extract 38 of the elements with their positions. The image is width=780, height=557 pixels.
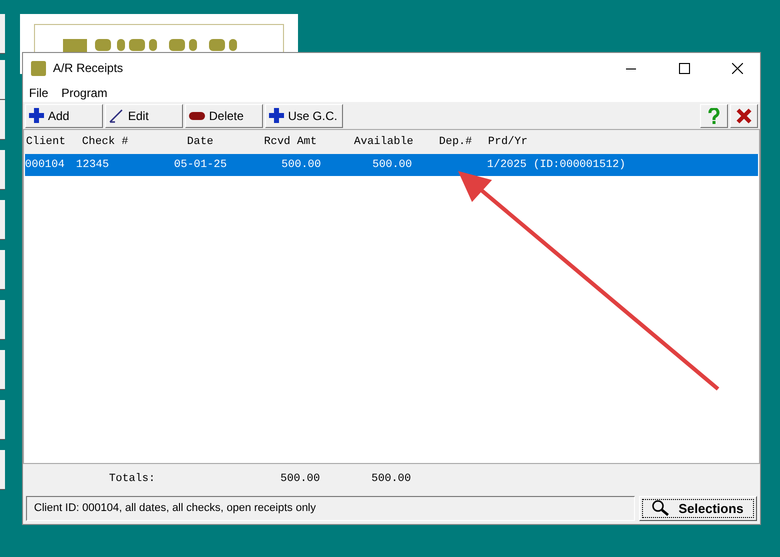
selections-button[interactable]: Selections xyxy=(639,496,757,520)
status-text: Client ID: 000104, all dates, all checks, open receipts only xyxy=(26,496,635,520)
plus-icon xyxy=(269,108,284,123)
table-cell: 500.00 xyxy=(281,159,321,171)
table-cell: 1/2025 (ID:000001512) xyxy=(487,159,626,171)
help-icon xyxy=(708,108,720,124)
column-header[interactable]: Available xyxy=(354,136,439,148)
close-icon xyxy=(732,62,742,74)
column-header[interactable]: Dep.# xyxy=(439,136,488,148)
total-value: 500.00 xyxy=(279,473,320,485)
toolbar-button[interactable]: Delete xyxy=(185,104,263,128)
table-cell: 000104 xyxy=(25,159,65,171)
table-row[interactable]: 000104 12345 05-01-25 500.00 500.00 1/2025 (ID:000001512) xyxy=(25,154,758,176)
toolbar-button[interactable]: Use G.C. xyxy=(265,104,343,128)
column-header[interactable]: Rcvd Amt xyxy=(264,136,354,148)
column-header[interactable]: Date xyxy=(187,136,264,148)
toolbar-button[interactable]: Edit xyxy=(105,104,183,128)
magnifier-icon xyxy=(652,500,670,516)
column-header[interactable]: Client xyxy=(26,136,82,148)
help-button[interactable] xyxy=(700,104,728,128)
column-header[interactable]: Check # xyxy=(82,136,187,148)
maximize-icon xyxy=(678,62,690,74)
minus-icon xyxy=(189,112,205,120)
close-button[interactable] xyxy=(730,104,758,128)
totals-label: Totals: xyxy=(108,473,156,485)
pen-icon xyxy=(109,108,124,123)
plus-icon xyxy=(29,108,44,123)
toolbar-button[interactable]: Add xyxy=(25,104,103,128)
app-icon xyxy=(31,60,46,76)
close-icon xyxy=(736,108,752,124)
window-title: A/R Receipts xyxy=(53,61,124,75)
menu-item[interactable]: File xyxy=(29,86,48,100)
table-cell: 05-01-25 xyxy=(174,159,227,171)
table-cell: 12345 xyxy=(76,159,110,171)
total-value: 500.00 xyxy=(370,473,411,485)
table-cell: 500.00 xyxy=(372,159,412,171)
menu-item[interactable]: Program xyxy=(61,86,108,100)
column-header[interactable]: Prd/Yr xyxy=(488,136,759,148)
